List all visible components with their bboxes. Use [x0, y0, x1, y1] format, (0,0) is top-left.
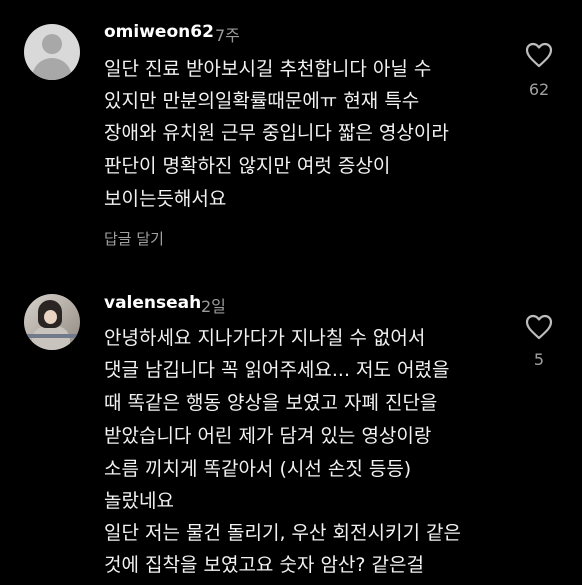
comment-text-line: 놀랐네요 [104, 490, 174, 512]
comment-text-line: 것에 집착을 보였고요 숫자 암산? 같은걸 [104, 554, 424, 576]
comment-text-line: 받았습니다 어린 제가 담겨 있는 영상이랑 [104, 425, 432, 447]
default-avatar-icon[interactable] [24, 24, 80, 80]
heart-icon[interactable] [525, 42, 553, 68]
comment-text-line: 판단이 명확하진 않지만 여럿 증상이 [104, 155, 391, 177]
comment-text-line: 때 똑같은 행동 양상을 보였고 자폐 진단을 [104, 392, 438, 414]
comment-text-line: 댓글 남깁니다 꼭 읽어주세요... 저도 어렸을 [104, 359, 450, 381]
heart-icon[interactable] [525, 314, 553, 340]
comment-text-line: 일단 진료 받아보시길 추천합니다 아닐 수 [104, 58, 432, 80]
profile-photo-avatar[interactable] [24, 294, 80, 350]
comment-text-line: 일단 저는 물건 돌리기, 우산 회전시키기 같은 [104, 522, 461, 544]
like-count: 5 [533, 350, 545, 369]
comment-time: 2일 [201, 297, 226, 316]
comment-2: valenseah 2일 안녕하세요 지나가다가 지나칠 수 없어서 댓글 남깁… [0, 260, 582, 585]
comment-1: omiweon62 7주 일단 진료 받아보시길 추천합니다 아닐 수 있지만 … [0, 0, 582, 260]
comment-text-line: 안녕하세요 지나가다가 지나칠 수 없어서 [104, 327, 426, 349]
comment-text-line: 소름 끼치게 똑같아서 (시선 손짓 등등) [104, 458, 412, 480]
like-count: 62 [528, 80, 550, 99]
comment-time: 7주 [215, 26, 240, 45]
comment-text-line: 있지만 만분의일확률때문에ㅠ 현재 특수 [104, 90, 420, 112]
comment-username[interactable]: valenseah [104, 293, 201, 313]
comment-text-line: 보이는듯해서요 [104, 188, 227, 210]
comment-text-line: 장애와 유치원 근무 중입니다 짧은 영상이라 [104, 122, 449, 144]
comment-username[interactable]: omiweon62 [104, 22, 214, 42]
reply-button[interactable]: 답글 달기 [104, 228, 164, 249]
